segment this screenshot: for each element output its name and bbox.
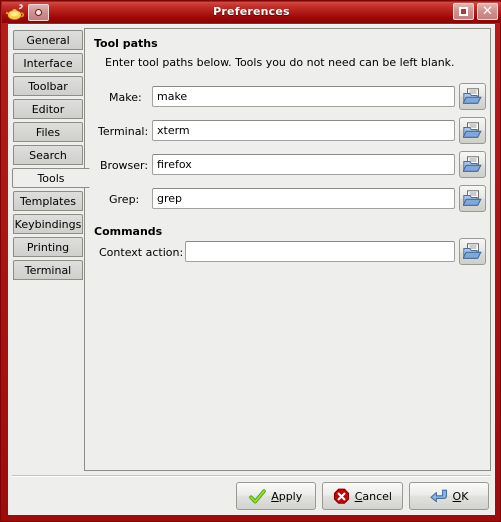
sidebar-item-label: Tools bbox=[37, 171, 65, 185]
window-title: Preferences bbox=[213, 5, 290, 18]
commands-heading: Commands bbox=[94, 225, 163, 238]
sidebar-item-label: Editor bbox=[31, 102, 65, 116]
enter-arrow-icon bbox=[429, 489, 447, 502]
sidebar-item-label: Templates bbox=[20, 194, 76, 208]
browser-label: Browser: bbox=[100, 159, 149, 172]
open-folder-icon bbox=[463, 122, 482, 138]
ok-button[interactable]: OK bbox=[409, 482, 489, 510]
check-icon bbox=[249, 488, 266, 503]
sidebar-item-files[interactable]: Files bbox=[13, 122, 83, 142]
apply-mnemonic: A bbox=[271, 489, 279, 503]
sidebar-item-tools[interactable]: Tools bbox=[12, 168, 90, 188]
sidebar-item-label: Files bbox=[35, 125, 61, 139]
terminal-browse-button[interactable] bbox=[459, 117, 486, 144]
make-input[interactable] bbox=[152, 86, 455, 107]
ok-label-rest: K bbox=[461, 489, 469, 503]
sidebar-item-printing[interactable]: Printing bbox=[13, 237, 83, 257]
tools-settings-page: Tool paths Enter tool paths below. Tools… bbox=[85, 28, 491, 471]
dialog-body: General Interface Toolbar Editor Files S… bbox=[8, 24, 495, 515]
sidebar-item-label: Search bbox=[29, 148, 67, 162]
make-browse-button[interactable] bbox=[459, 83, 486, 110]
browser-browse-button[interactable] bbox=[459, 151, 486, 178]
maximize-icon[interactable] bbox=[453, 3, 474, 20]
open-folder-icon bbox=[463, 156, 482, 172]
terminal-input[interactable] bbox=[152, 120, 455, 141]
sidebar-item-label: Terminal bbox=[24, 263, 72, 277]
apply-label-rest: pply bbox=[278, 489, 303, 503]
ok-button-label: OK bbox=[453, 490, 469, 503]
sidebar-item-keybindings[interactable]: Keybindings bbox=[13, 214, 83, 234]
dialog-action-area: Apply Cancel OK bbox=[235, 482, 489, 510]
sidebar-item-interface[interactable]: Interface bbox=[13, 53, 83, 73]
cancel-label-rest: ancel bbox=[362, 489, 392, 503]
context-action-browse-button[interactable] bbox=[459, 238, 486, 265]
sidebar-item-general[interactable]: General bbox=[13, 30, 83, 50]
preferences-window: Preferences ✕ General Interface Toolbar … bbox=[0, 0, 501, 522]
open-folder-icon bbox=[463, 190, 482, 206]
cancel-button[interactable]: Cancel bbox=[321, 482, 403, 510]
sidebar-item-toolbar[interactable]: Toolbar bbox=[13, 76, 83, 96]
sidebar-item-search[interactable]: Search bbox=[13, 145, 83, 165]
titlebar[interactable]: Preferences ✕ bbox=[2, 2, 501, 23]
sidebar-tab-list: General Interface Toolbar Editor Files S… bbox=[12, 28, 90, 471]
ok-mnemonic: O bbox=[452, 489, 462, 503]
close-glyph: ✕ bbox=[482, 4, 493, 19]
sidebar-item-templates[interactable]: Templates bbox=[13, 191, 83, 211]
close-icon[interactable]: ✕ bbox=[477, 3, 498, 20]
open-folder-icon bbox=[463, 243, 482, 259]
action-area-separator bbox=[12, 475, 491, 477]
grep-label: Grep: bbox=[109, 193, 140, 206]
tool-paths-description: Enter tool paths below. Tools you do not… bbox=[105, 56, 455, 69]
stop-icon bbox=[333, 488, 349, 504]
maximize-glyph bbox=[459, 7, 468, 16]
open-folder-icon bbox=[463, 88, 482, 104]
cancel-button-label: Cancel bbox=[355, 490, 392, 503]
context-action-input[interactable] bbox=[185, 241, 455, 262]
titlebar-window-controls: ✕ bbox=[453, 3, 498, 20]
terminal-label: Terminal: bbox=[98, 125, 149, 138]
make-label: Make: bbox=[109, 91, 142, 104]
preferences-notebook: General Interface Toolbar Editor Files S… bbox=[12, 28, 491, 471]
grep-input[interactable] bbox=[152, 188, 455, 209]
sidebar-item-label: Toolbar bbox=[28, 79, 68, 93]
sidebar-item-label: General bbox=[26, 33, 70, 47]
sidebar-item-label: Printing bbox=[26, 240, 70, 254]
sidebar-item-label: Keybindings bbox=[14, 217, 82, 231]
apply-button-label: Apply bbox=[271, 490, 302, 503]
browser-input[interactable] bbox=[152, 154, 455, 175]
sidebar-item-terminal[interactable]: Terminal bbox=[13, 260, 83, 280]
apply-button[interactable]: Apply bbox=[235, 482, 316, 510]
tool-paths-heading: Tool paths bbox=[94, 37, 158, 50]
grep-browse-button[interactable] bbox=[459, 185, 486, 212]
sidebar-item-label: Interface bbox=[23, 56, 73, 70]
sidebar-item-editor[interactable]: Editor bbox=[13, 99, 83, 119]
context-action-label: Context action: bbox=[99, 246, 184, 259]
